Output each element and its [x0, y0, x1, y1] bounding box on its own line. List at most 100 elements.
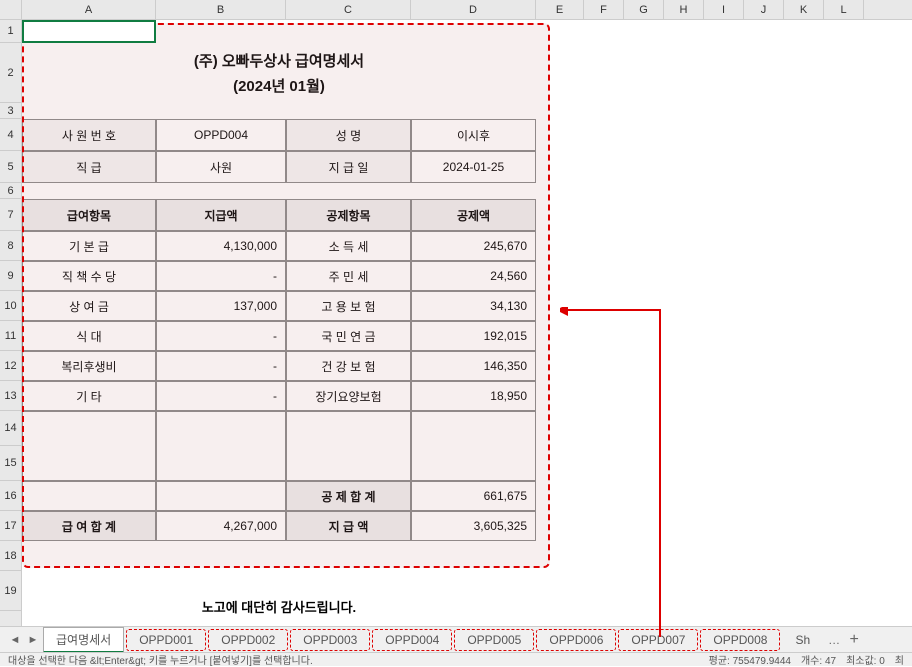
- tab-nav-next[interactable]: ►: [24, 631, 42, 649]
- row-header-2[interactable]: 2: [0, 43, 21, 103]
- pay-amount-3[interactable]: -: [156, 321, 286, 351]
- column-headers: A B C D E F G H I J K L: [0, 0, 912, 20]
- col-header-F[interactable]: F: [584, 0, 624, 19]
- col-header-I[interactable]: I: [704, 0, 744, 19]
- pay-item-2[interactable]: 상 여 금: [22, 291, 156, 321]
- row-headers: 1 2 3 4 5 6 7 8 9 10 11 12 13 14 15 16 1…: [0, 20, 22, 626]
- col-header-C[interactable]: C: [286, 0, 411, 19]
- header-pay-amount: 지급액: [156, 199, 286, 231]
- selected-cell[interactable]: [22, 20, 156, 43]
- sheet-tabs-bar: ◄ ► 급여명세서 OPPD001 OPPD002 OPPD003 OPPD00…: [0, 626, 912, 652]
- col-header-H[interactable]: H: [664, 0, 704, 19]
- pay-amount-4[interactable]: -: [156, 351, 286, 381]
- status-min: 최소값: 0: [846, 652, 885, 667]
- sheet-tab-main[interactable]: 급여명세서: [43, 627, 124, 653]
- status-count: 개수: 47: [801, 652, 836, 667]
- row-header-1[interactable]: 1: [0, 20, 21, 43]
- emp-no-label: 사 원 번 호: [22, 119, 156, 151]
- ded-amount-3[interactable]: 192,015: [411, 321, 536, 351]
- pay-item-4[interactable]: 복리후생비: [22, 351, 156, 381]
- pay-item-3[interactable]: 식 대: [22, 321, 156, 351]
- footer-message: 노고에 대단히 감사드립니다.: [22, 571, 536, 611]
- col-header-L[interactable]: L: [824, 0, 864, 19]
- ded-amount-2[interactable]: 34,130: [411, 291, 536, 321]
- ded-amount-5[interactable]: 18,950: [411, 381, 536, 411]
- row-header-15[interactable]: 15: [0, 446, 21, 481]
- pay-item-5[interactable]: 기 타: [22, 381, 156, 411]
- sheet-tab-5[interactable]: OPPD006: [536, 629, 616, 651]
- row-header-14[interactable]: 14: [0, 411, 21, 446]
- annotation-arrow: [560, 307, 680, 657]
- tab-ellipsis[interactable]: …: [824, 633, 844, 647]
- name-value[interactable]: 이시후: [411, 119, 536, 151]
- ded-item-1[interactable]: 주 민 세: [286, 261, 411, 291]
- col-header-G[interactable]: G: [624, 0, 664, 19]
- ded-amount-4[interactable]: 146,350: [411, 351, 536, 381]
- row-header-17[interactable]: 17: [0, 511, 21, 541]
- payslip-table: (주) 오빠두상사 급여명세서 (2024년 01월) 사 원 번 호 OPPD…: [22, 20, 536, 611]
- ded-total-label: 공 제 합 계: [286, 481, 411, 511]
- ded-total-value[interactable]: 661,675: [411, 481, 536, 511]
- sheet-tab-4[interactable]: OPPD005: [454, 629, 534, 651]
- emp-no-value[interactable]: OPPD004: [156, 119, 286, 151]
- name-label: 성 명: [286, 119, 411, 151]
- col-header-E[interactable]: E: [536, 0, 584, 19]
- col-header-A[interactable]: A: [22, 0, 156, 19]
- col-header-D[interactable]: D: [411, 0, 536, 19]
- sheet-tab-more[interactable]: Sh: [782, 629, 823, 651]
- pay-item-1[interactable]: 직 책 수 당: [22, 261, 156, 291]
- pay-amount-2[interactable]: 137,000: [156, 291, 286, 321]
- row-header-10[interactable]: 10: [0, 291, 21, 321]
- sheet-tab-0[interactable]: OPPD001: [126, 629, 206, 651]
- ded-item-4[interactable]: 건 강 보 험: [286, 351, 411, 381]
- payslip-title: (주) 오빠두상사 급여명세서: [194, 50, 364, 71]
- ded-item-5[interactable]: 장기요양보험: [286, 381, 411, 411]
- status-max: 최: [895, 652, 904, 667]
- header-ded-amount: 공제액: [411, 199, 536, 231]
- net-value[interactable]: 3,605,325: [411, 511, 536, 541]
- add-sheet-button[interactable]: +: [844, 631, 864, 649]
- row-header-8[interactable]: 8: [0, 231, 21, 261]
- select-all-corner[interactable]: [0, 0, 22, 19]
- date-label: 지 급 일: [286, 151, 411, 183]
- pay-total-label: 급 여 합 계: [22, 511, 156, 541]
- pay-total-value[interactable]: 4,267,000: [156, 511, 286, 541]
- row-header-18[interactable]: 18: [0, 541, 21, 571]
- header-ded-item: 공제항목: [286, 199, 411, 231]
- col-header-K[interactable]: K: [784, 0, 824, 19]
- sheet-tab-6[interactable]: OPPD007: [618, 629, 698, 651]
- sheet-tab-3[interactable]: OPPD004: [372, 629, 452, 651]
- ded-amount-1[interactable]: 24,560: [411, 261, 536, 291]
- spreadsheet-grid[interactable]: (주) 오빠두상사 급여명세서 (2024년 01월) 사 원 번 호 OPPD…: [22, 20, 912, 626]
- grade-value[interactable]: 사원: [156, 151, 286, 183]
- ded-item-2[interactable]: 고 용 보 험: [286, 291, 411, 321]
- row-header-6[interactable]: 6: [0, 183, 21, 199]
- net-label: 지 급 액: [286, 511, 411, 541]
- sheet-tab-2[interactable]: OPPD003: [290, 629, 370, 651]
- row-header-16[interactable]: 16: [0, 481, 21, 511]
- row-header-4[interactable]: 4: [0, 119, 21, 151]
- row-header-9[interactable]: 9: [0, 261, 21, 291]
- row-header-11[interactable]: 11: [0, 321, 21, 351]
- pay-amount-0[interactable]: 4,130,000: [156, 231, 286, 261]
- col-header-J[interactable]: J: [744, 0, 784, 19]
- row-header-12[interactable]: 12: [0, 351, 21, 381]
- ded-item-3[interactable]: 국 민 연 금: [286, 321, 411, 351]
- sheet-tab-1[interactable]: OPPD002: [208, 629, 288, 651]
- row-header-13[interactable]: 13: [0, 381, 21, 411]
- date-value[interactable]: 2024-01-25: [411, 151, 536, 183]
- row-header-19[interactable]: 19: [0, 571, 21, 611]
- ded-item-0[interactable]: 소 득 세: [286, 231, 411, 261]
- row-header-7[interactable]: 7: [0, 199, 21, 231]
- ded-amount-0[interactable]: 245,670: [411, 231, 536, 261]
- pay-amount-1[interactable]: -: [156, 261, 286, 291]
- status-bar: 대상을 선택한 다음 &lt;Enter&gt; 키를 누르거나 [붙여넣기]를…: [0, 652, 912, 666]
- grade-label: 직 급: [22, 151, 156, 183]
- row-header-5[interactable]: 5: [0, 151, 21, 183]
- pay-item-0[interactable]: 기 본 급: [22, 231, 156, 261]
- sheet-tab-7[interactable]: OPPD008: [700, 629, 780, 651]
- pay-amount-5[interactable]: -: [156, 381, 286, 411]
- row-header-3[interactable]: 3: [0, 103, 21, 119]
- tab-nav-prev[interactable]: ◄: [6, 631, 24, 649]
- col-header-B[interactable]: B: [156, 0, 286, 19]
